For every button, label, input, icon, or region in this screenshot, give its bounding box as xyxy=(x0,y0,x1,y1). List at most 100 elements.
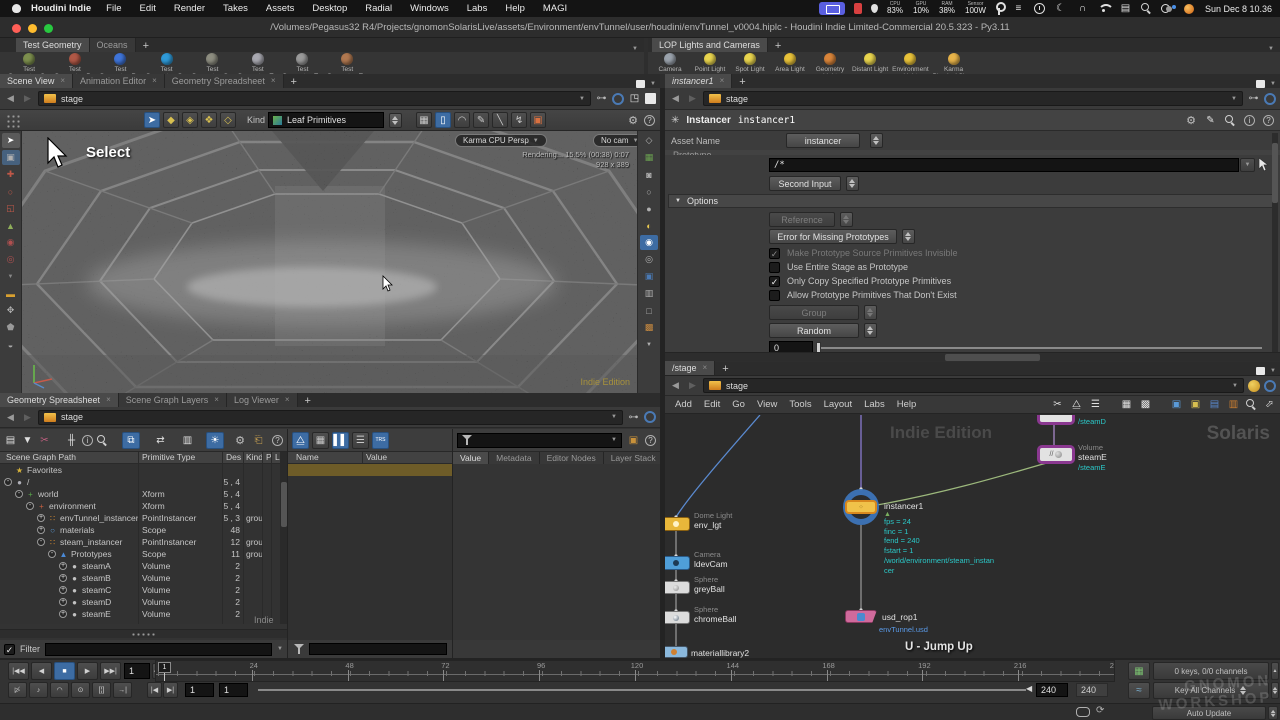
column-header[interactable]: Scene Graph Path xyxy=(6,452,76,462)
pane-tab[interactable]: Animation Editor xyxy=(73,74,165,88)
pane-menu-icon[interactable] xyxy=(650,81,656,87)
shelf-tool[interactable]: Camera xyxy=(650,52,690,74)
info-icon[interactable]: i xyxy=(1244,115,1255,126)
menu-item[interactable]: Edit xyxy=(130,3,164,14)
filter-sliders-icon[interactable]: ╫ xyxy=(65,434,78,447)
range-end-field[interactable]: 240 xyxy=(1036,683,1068,697)
seed-slider-track[interactable] xyxy=(818,347,1262,349)
select-mode-edges-icon[interactable]: ◈ xyxy=(182,112,198,128)
prototype-reference-dropdown[interactable]: Reference xyxy=(769,212,835,227)
asset-spinner[interactable] xyxy=(870,133,883,148)
tree-row[interactable]: +●steamB Volume 2 xyxy=(0,572,281,584)
export-icon[interactable]: ⎗ xyxy=(252,434,265,447)
shelf-tool[interactable]: Area Light xyxy=(770,52,810,74)
rotate-tool-icon[interactable]: ○ xyxy=(2,184,20,199)
droplet-icon[interactable] xyxy=(871,4,878,13)
minimize-window-button[interactable] xyxy=(28,24,37,33)
add-network-tab-button[interactable] xyxy=(715,363,735,375)
current-frame-field[interactable]: 1 xyxy=(124,663,150,679)
pause-updates-icon[interactable]: ▌▌ xyxy=(332,432,349,449)
jump-up-icon[interactable]: ⬀ xyxy=(1263,398,1276,411)
node-label[interactable]: usd_rop1 xyxy=(882,612,917,622)
path-dropdown-icon[interactable] xyxy=(579,96,585,102)
grid-snap-icon[interactable]: ▦ xyxy=(1120,398,1133,411)
viewport-layout-icon[interactable]: □ xyxy=(640,303,658,318)
network-menu-item[interactable]: Edit xyxy=(698,399,726,410)
info-icon[interactable]: i xyxy=(82,435,93,446)
jump-end-button[interactable]: ▶▶| xyxy=(100,662,121,680)
detail-filter-field[interactable] xyxy=(457,433,622,448)
node-label[interactable]: ldevCam xyxy=(694,559,728,569)
color-palette-icon[interactable]: ▣ xyxy=(1170,398,1183,411)
node-materiallibrary2[interactable] xyxy=(665,646,688,658)
edit-flags-icon[interactable]: ▤ xyxy=(1208,398,1221,411)
node-label[interactable]: instancer1 xyxy=(884,501,923,511)
pane-tab[interactable]: Geometry Spreadsheet xyxy=(165,74,284,88)
expander-icon[interactable]: + xyxy=(59,586,67,594)
pane-tab[interactable]: Log Viewer xyxy=(227,393,298,407)
system-stat[interactable]: Sensor100W xyxy=(965,2,986,15)
shelf-tool[interactable]: Spot Light xyxy=(730,52,770,74)
dome-light-icon[interactable]: ◐ xyxy=(640,218,658,233)
node-ldevCam[interactable] xyxy=(665,556,690,570)
network-menu-item[interactable]: View xyxy=(751,399,783,410)
filter-dropdown-icon[interactable] xyxy=(277,646,283,652)
tree-row[interactable]: ★Favorites xyxy=(0,464,281,476)
trs-filter-icon[interactable]: TRS xyxy=(372,432,389,449)
nav-back-icon[interactable] xyxy=(669,93,682,104)
select-objects-icon[interactable]: ▦ xyxy=(416,112,432,128)
global-start-field[interactable]: 1 xyxy=(185,683,214,697)
tree-row[interactable]: +○materials Scope 48 xyxy=(0,524,281,536)
select-mode-vertices-icon[interactable]: ◇ xyxy=(220,112,236,128)
find-node-icon[interactable] xyxy=(1246,399,1257,410)
display-options-gear-icon[interactable] xyxy=(628,114,638,127)
pin-pane-icon[interactable]: ⊶ xyxy=(595,92,608,105)
nav-back-icon[interactable] xyxy=(4,93,17,104)
tree-list-icon[interactable]: ⧋ xyxy=(1070,398,1083,411)
nav-back-icon[interactable] xyxy=(4,412,17,423)
add-pane-tab-button[interactable] xyxy=(298,395,318,407)
maximize-viewport-icon[interactable] xyxy=(645,93,656,104)
prototype-primitives-input[interactable]: /* xyxy=(769,158,1239,172)
close-window-button[interactable] xyxy=(12,24,21,33)
pin-pane-icon[interactable]: ⊶ xyxy=(627,411,640,424)
stop-button[interactable]: ■ xyxy=(54,662,75,680)
snap-grid-icon[interactable]: ▦ xyxy=(640,150,658,165)
select-mode-all-icon[interactable]: ➤ xyxy=(144,112,160,128)
keys-expand-icon[interactable]: ▲ xyxy=(1271,662,1279,680)
link-group-icon[interactable] xyxy=(612,93,624,105)
kind-dropdown[interactable]: Leaf Primitives xyxy=(268,112,384,128)
node-usd-rop1[interactable] xyxy=(845,610,877,623)
ghosting-icon[interactable]: ◠ xyxy=(50,682,69,698)
grid-display-icon[interactable]: ▩ xyxy=(1139,398,1152,411)
help-icon[interactable]: ? xyxy=(1263,115,1274,126)
tree-view-icon[interactable]: ⧋ xyxy=(292,432,309,449)
viewport[interactable]: Select Karma CPU Persp No cam Rendering.… xyxy=(22,131,637,393)
params-hscrollbar[interactable] xyxy=(665,352,1280,361)
playhead-flag[interactable]: 1 xyxy=(158,662,171,673)
secure-selection-icon[interactable]: ▣ xyxy=(2,150,20,165)
checkbox[interactable] xyxy=(769,290,780,301)
range-slider-handle[interactable]: ◀ xyxy=(1026,684,1032,693)
menu-item[interactable]: Assets xyxy=(257,3,304,14)
expander-icon[interactable]: + xyxy=(59,598,67,606)
nav-forward-icon[interactable] xyxy=(686,93,699,104)
realtime-toggle-icon[interactable]: ▷̸ xyxy=(8,682,27,698)
app-status-icon[interactable] xyxy=(1184,4,1194,14)
filter-checkbox[interactable]: ✓ xyxy=(4,644,15,655)
auto-refresh-icon[interactable]: ☀ xyxy=(206,432,224,449)
menu-item[interactable]: Render xyxy=(165,3,214,14)
node-label[interactable]: materiallibrary2 xyxy=(691,648,749,658)
select-mode-points-icon[interactable]: ◆ xyxy=(163,112,179,128)
network-menu-item[interactable]: Help xyxy=(891,399,923,410)
handle-missing-dropdown[interactable]: Error for Missing Prototypes xyxy=(769,229,897,244)
node-label[interactable]: steamE xyxy=(1078,452,1107,462)
snap-curve-icon[interactable]: ◎ xyxy=(2,252,20,267)
zoom-window-button[interactable] xyxy=(44,24,53,33)
spinner[interactable] xyxy=(864,323,877,338)
playback-mode-icon[interactable]: ⊙ xyxy=(71,682,90,698)
shelf-menu-icon[interactable] xyxy=(1268,46,1280,52)
keyframe-options-icon[interactable]: ▦ xyxy=(1128,662,1150,680)
geometry-rock-icon[interactable]: ⬟ xyxy=(2,320,20,335)
tree-row[interactable]: +●steamE Volume 2 xyxy=(0,608,281,620)
